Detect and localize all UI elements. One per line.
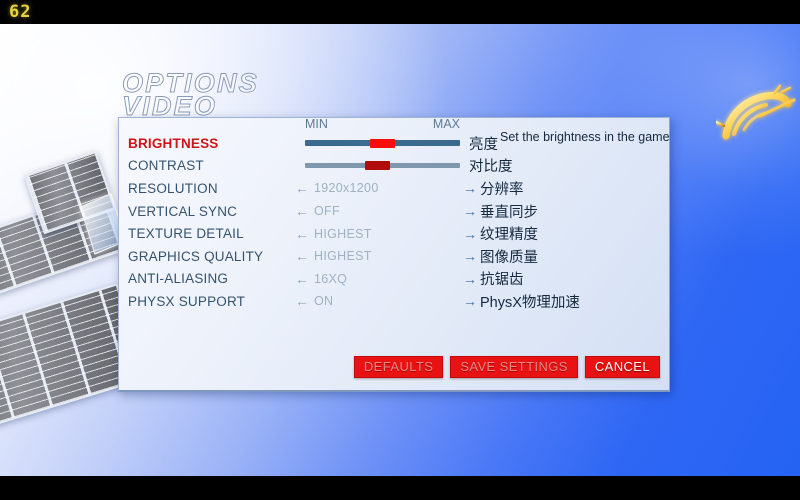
option-label: CONTRAST (128, 158, 204, 174)
option-value: OFF (314, 204, 340, 219)
option-value: ON (314, 294, 334, 309)
option-value-zone[interactable]: ← 1920x1200 (295, 181, 455, 195)
slider-max-label: MAX (432, 117, 460, 131)
slider-zone[interactable] (305, 155, 460, 177)
option-label: GRAPHICS QUALITY (128, 248, 264, 264)
option-row-physx-support[interactable]: PHYSX SUPPORT ← ON → PhysX物理加速 (119, 290, 669, 313)
arrow-right-icon[interactable]: → (463, 181, 477, 195)
letterbox-bottom (0, 476, 800, 500)
option-localized-label: 图像质量 (480, 249, 538, 266)
option-label: ANTI-ALIASING (128, 271, 229, 287)
option-value: HIGHEST (314, 226, 372, 241)
option-label: RESOLUTION (128, 180, 218, 196)
option-label: VERTICAL SYNC (128, 203, 238, 219)
slider-handle[interactable] (364, 161, 390, 171)
arrow-left-icon[interactable]: ← (295, 294, 309, 308)
option-localized-zone: → 纹理精度 (463, 223, 538, 244)
option-row-vertical-sync[interactable]: VERTICAL SYNC ← OFF → 垂直同步 (119, 200, 669, 223)
option-localized-label: 亮度 (469, 136, 498, 153)
option-localized-zone: → PhysX物理加速 (463, 291, 580, 312)
arrow-right-icon[interactable]: → (463, 227, 477, 241)
option-localized-label: 分辨率 (480, 181, 524, 198)
option-value-zone[interactable]: ← ON (295, 294, 455, 308)
golden-emblem-icon (716, 82, 796, 148)
option-localized-zone: → 抗锯齿 (463, 268, 524, 289)
option-row-anti-aliasing[interactable]: ANTI-ALIASING ← 16XQ → 抗锯齿 (119, 268, 669, 291)
slider-track[interactable] (305, 139, 460, 149)
arrow-right-icon[interactable]: → (463, 294, 477, 308)
arrow-left-icon[interactable]: ← (295, 249, 309, 263)
option-localized-label: 对比度 (469, 159, 513, 176)
arrow-right-icon[interactable]: → (463, 204, 477, 218)
option-localized-zone: → 图像质量 (463, 246, 538, 267)
slider-handle[interactable] (370, 139, 395, 149)
option-localized-label: PhysX物理加速 (480, 294, 580, 311)
save-settings-button[interactable]: SAVE SETTINGS (450, 356, 578, 378)
option-value-zone[interactable]: ← HIGHEST (295, 227, 455, 241)
option-localized-zone: → 分辨率 (463, 178, 524, 199)
option-localized-label: 垂直同步 (480, 204, 538, 221)
option-localized-zone: → 垂直同步 (463, 201, 538, 222)
option-localized-zone: 亮度 (469, 133, 498, 154)
arrow-right-icon[interactable]: → (463, 272, 477, 286)
game-screen: OPTIONS VIDEO Set the brightness in the … (0, 0, 800, 500)
arrow-left-icon[interactable]: ← (295, 181, 309, 195)
option-row-brightness[interactable]: BRIGHTNESS MIN MAX 亮度 (119, 117, 669, 155)
option-label: PHYSX SUPPORT (128, 293, 246, 309)
option-value-zone[interactable]: ← OFF (295, 204, 455, 218)
arrow-right-icon[interactable]: → (463, 249, 477, 263)
option-localized-label: 纹理精度 (480, 227, 538, 244)
option-value: 1920x1200 (314, 181, 379, 196)
option-row-texture-detail[interactable]: TEXTURE DETAIL ← HIGHEST → 纹理精度 (119, 222, 669, 245)
options-list: BRIGHTNESS MIN MAX 亮度 CONTRAST 对比度 RESOLUTION ←… (119, 117, 669, 313)
option-value-zone[interactable]: ← HIGHEST (295, 249, 455, 263)
fps-counter: 62 (9, 2, 32, 22)
option-label: TEXTURE DETAIL (128, 226, 244, 242)
arrow-left-icon[interactable]: ← (295, 227, 309, 241)
letterbox-top: 62 (0, 0, 800, 24)
menu-title-line-video: VIDEO (122, 90, 218, 121)
option-value: 16XQ (314, 271, 348, 286)
menu-button-bar: DEFAULTS SAVE SETTINGS CANCEL (119, 356, 669, 378)
option-row-graphics-quality[interactable]: GRAPHICS QUALITY ← HIGHEST → 图像质量 (119, 245, 669, 268)
options-panel: Set the brightness in the game BRIGHTNES… (118, 117, 670, 392)
option-row-resolution[interactable]: RESOLUTION ← 1920x1200 → 分辨率 (119, 177, 669, 200)
option-row-contrast[interactable]: CONTRAST 对比度 (119, 155, 669, 178)
option-value-zone[interactable]: ← 16XQ (295, 272, 455, 286)
defaults-button[interactable]: DEFAULTS (353, 356, 444, 378)
option-label: BRIGHTNESS (128, 135, 219, 151)
arrow-left-icon[interactable]: ← (295, 272, 309, 286)
slider-min-label: MIN (305, 117, 328, 131)
slider-zone[interactable] (305, 132, 460, 154)
option-localized-zone: 对比度 (469, 155, 513, 176)
menu-title: OPTIONS VIDEO (122, 69, 259, 121)
option-value: HIGHEST (314, 249, 372, 264)
cancel-button[interactable]: CANCEL (584, 356, 660, 378)
option-localized-label: 抗锯齿 (480, 272, 524, 289)
slider-range-labels: MIN MAX (305, 117, 460, 131)
slider-track[interactable] (305, 161, 460, 171)
arrow-left-icon[interactable]: ← (295, 204, 309, 218)
